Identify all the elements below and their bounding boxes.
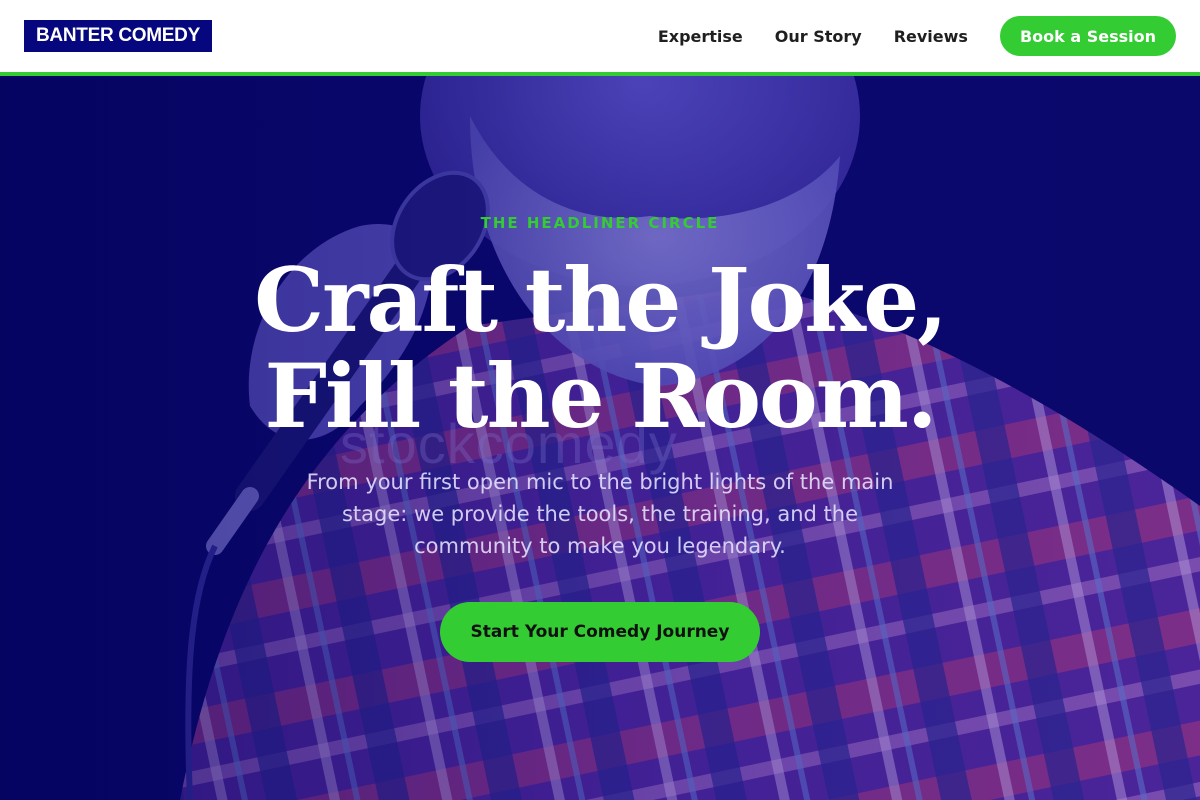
nav-link-our-story[interactable]: Our Story <box>775 27 862 46</box>
site-header: BANTER COMEDY Expertise Our Story Review… <box>0 0 1200 76</box>
hero-subtext: From your first open mic to the bright l… <box>306 470 894 558</box>
hero-headline: Craft the Joke, Fill the Room. <box>0 252 1200 444</box>
hero-eyebrow: THE HEADLINER CIRCLE <box>480 214 720 232</box>
brand-logo[interactable]: BANTER COMEDY <box>24 20 212 52</box>
start-journey-button[interactable]: Start Your Comedy Journey <box>440 602 760 662</box>
book-session-button[interactable]: Book a Session <box>999 16 1176 56</box>
headline-line-1: Craft the Joke, <box>254 248 948 352</box>
headline-line-2: Fill the Room. <box>264 344 938 448</box>
main-nav: Expertise Our Story Reviews Book a Sessi… <box>626 16 1176 56</box>
hero-section: stockcomedy THE HEADLINER CIRCLE Craft t… <box>0 76 1200 800</box>
nav-link-reviews[interactable]: Reviews <box>894 27 968 46</box>
nav-link-expertise[interactable]: Expertise <box>658 27 743 46</box>
